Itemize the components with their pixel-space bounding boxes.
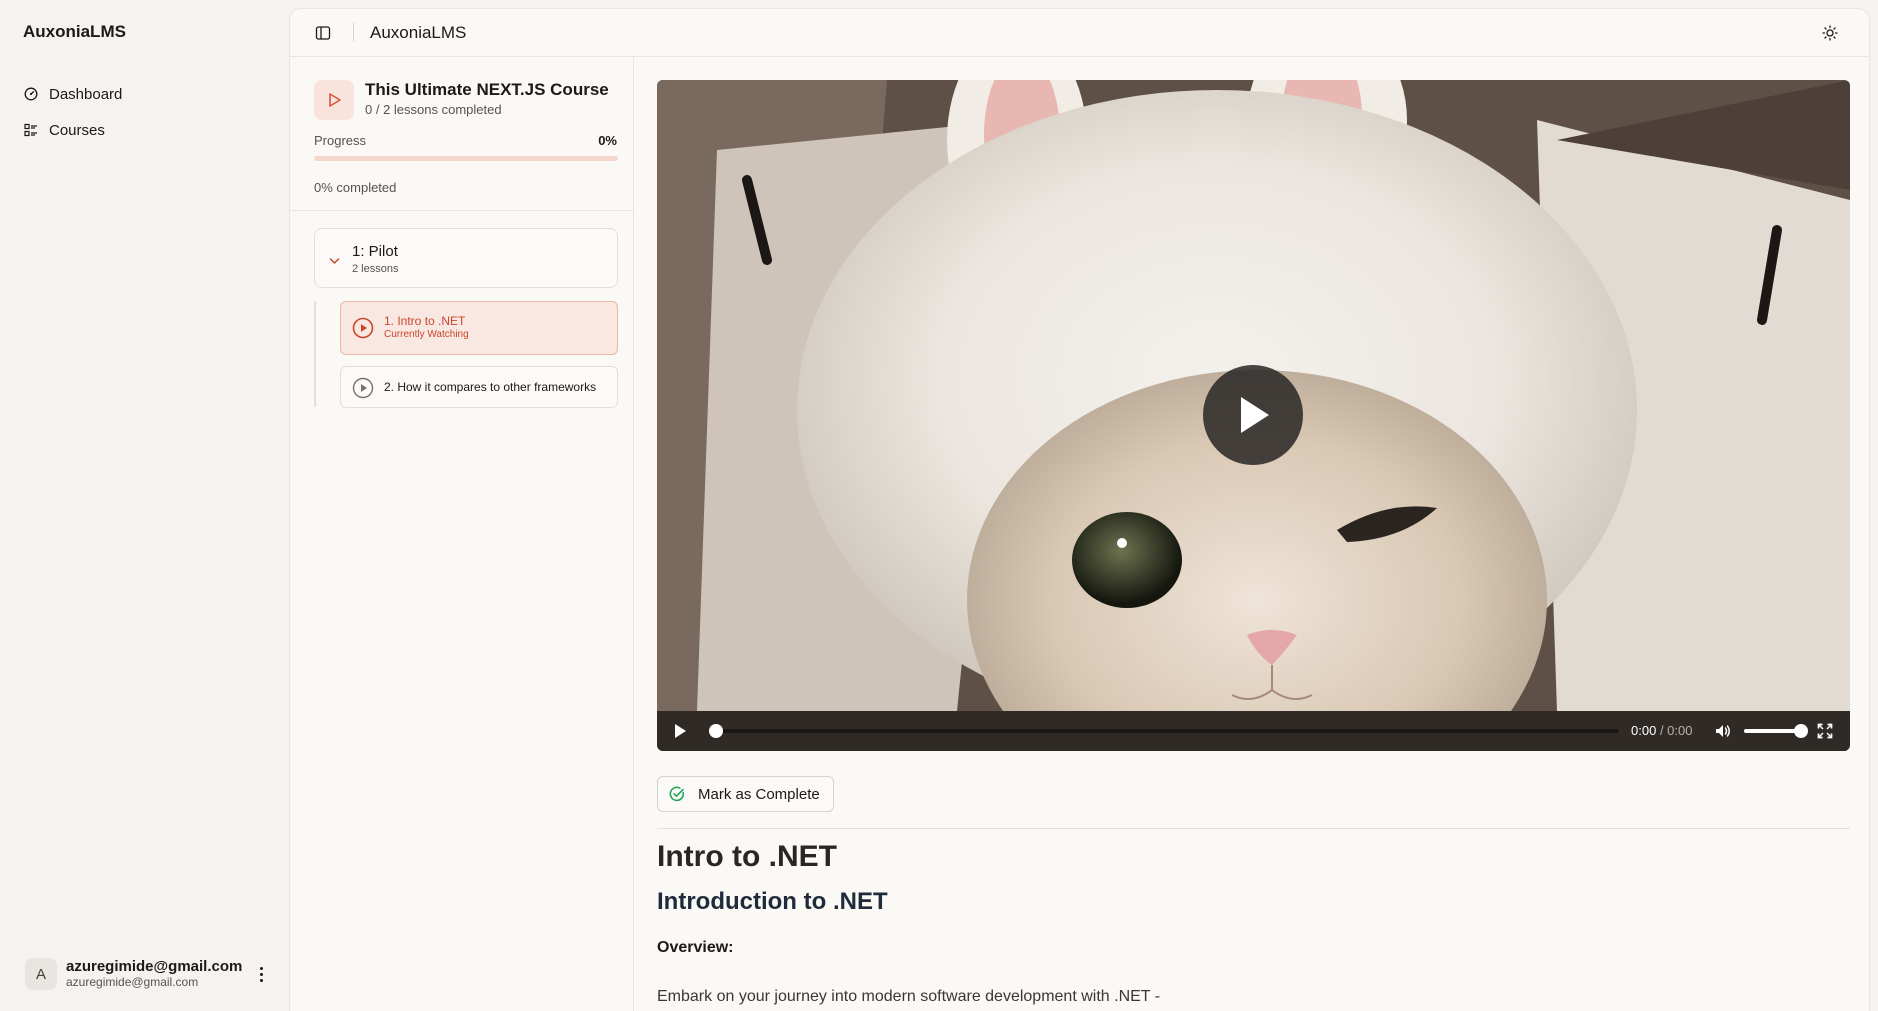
volume-icon[interactable] — [1714, 722, 1732, 745]
sun-icon[interactable] — [1819, 22, 1841, 44]
progress-percent: 0% — [598, 133, 617, 148]
user-menu[interactable]: A azuregimide@gmail.com azuregimide@gmai… — [25, 956, 270, 992]
user-email: azuregimide@gmail.com — [66, 975, 199, 989]
topbar-divider — [353, 23, 354, 41]
module-accordion[interactable]: 1: Pilot 2 lessons — [314, 228, 618, 288]
content-heading: Introduction to .NET — [657, 888, 888, 915]
sidebar-item-label: Courses — [49, 121, 105, 139]
course-play-icon — [314, 80, 354, 120]
current-time: 0:00 — [1631, 723, 1657, 738]
sidebar-item-dashboard[interactable]: Dashboard — [18, 76, 273, 112]
progress-completed-text: 0% completed — [314, 180, 397, 195]
sidebar-toggle-icon[interactable] — [313, 23, 333, 43]
course-outline-panel: This Ultimate NEXT.JS Course 0 / 2 lesso… — [290, 57, 634, 1011]
seek-slider-thumb[interactable] — [709, 724, 723, 738]
sidebar-item-label: Dashboard — [49, 85, 123, 103]
mark-complete-label: Mark as Complete — [698, 785, 820, 803]
play-icon — [1241, 397, 1269, 433]
lesson-item-active[interactable]: 1. Intro to .NET Currently Watching — [340, 301, 618, 355]
dashboard-icon — [24, 87, 38, 101]
video-player[interactable]: 0:00 / 0:00 — [657, 80, 1850, 751]
module-lesson-count: 2 lessons — [352, 263, 399, 275]
volume-slider[interactable] — [1744, 724, 1808, 738]
lesson-title: 2. How it compares to other frameworks — [384, 380, 597, 394]
topbar-title: AuxoniaLMS — [370, 23, 467, 42]
lesson-tree-line — [314, 301, 316, 407]
content-paragraph: Embark on your journey into modern softw… — [657, 988, 1161, 1005]
check-circle-icon — [669, 786, 685, 802]
avatar: A — [25, 958, 57, 990]
mark-complete-button[interactable]: Mark as Complete — [657, 776, 834, 812]
main-panel: AuxoniaLMS This Ultimate NEXT.JS Course … — [289, 8, 1870, 1011]
play-circle-icon — [352, 377, 374, 404]
play-icon[interactable] — [673, 723, 687, 744]
big-play-button[interactable] — [1203, 365, 1303, 465]
list-icon — [24, 123, 38, 137]
volume-slider-thumb[interactable] — [1794, 724, 1808, 738]
time-display: 0:00 / 0:00 — [1631, 723, 1692, 738]
lesson-item[interactable]: 2. How it compares to other frameworks — [340, 366, 618, 408]
section-heading: Overview: — [657, 939, 734, 956]
topbar: AuxoniaLMS — [290, 9, 1869, 57]
brand-title[interactable]: AuxoniaLMS — [23, 22, 126, 42]
sidebar-item-courses[interactable]: Courses — [18, 112, 273, 148]
user-name: azuregimide@gmail.com — [66, 958, 243, 975]
video-controls: 0:00 / 0:00 — [657, 711, 1850, 751]
lesson-heading: Intro to .NET — [657, 840, 837, 873]
chevron-down-icon — [329, 252, 340, 270]
lesson-title: 1. Intro to .NET — [384, 314, 466, 328]
progress-label: Progress — [314, 133, 367, 148]
duration: / 0:00 — [1659, 723, 1693, 738]
sidebar-nav: Dashboard Courses — [18, 76, 273, 148]
course-title: This Ultimate NEXT.JS Course — [365, 80, 609, 99]
lessons-completed-count: 0 / 2 lessons completed — [365, 102, 502, 117]
more-vertical-icon[interactable] — [252, 966, 270, 982]
fullscreen-icon[interactable] — [1817, 723, 1833, 744]
lesson-status: Currently Watching — [384, 329, 469, 340]
module-title: 1: Pilot — [352, 243, 398, 260]
lesson-content: 0:00 / 0:00 Mark as Complete Intro to .N… — [657, 80, 1850, 1005]
play-circle-icon — [352, 317, 374, 344]
divider — [657, 828, 1850, 829]
app-sidebar: AuxoniaLMS Dashboard Courses A azuregimi… — [0, 0, 289, 1011]
user-info: azuregimide@gmail.com azuregimide@gmail.… — [66, 958, 252, 990]
progress-bar — [314, 156, 618, 161]
seek-slider[interactable] — [709, 724, 1619, 738]
divider — [290, 210, 634, 211]
